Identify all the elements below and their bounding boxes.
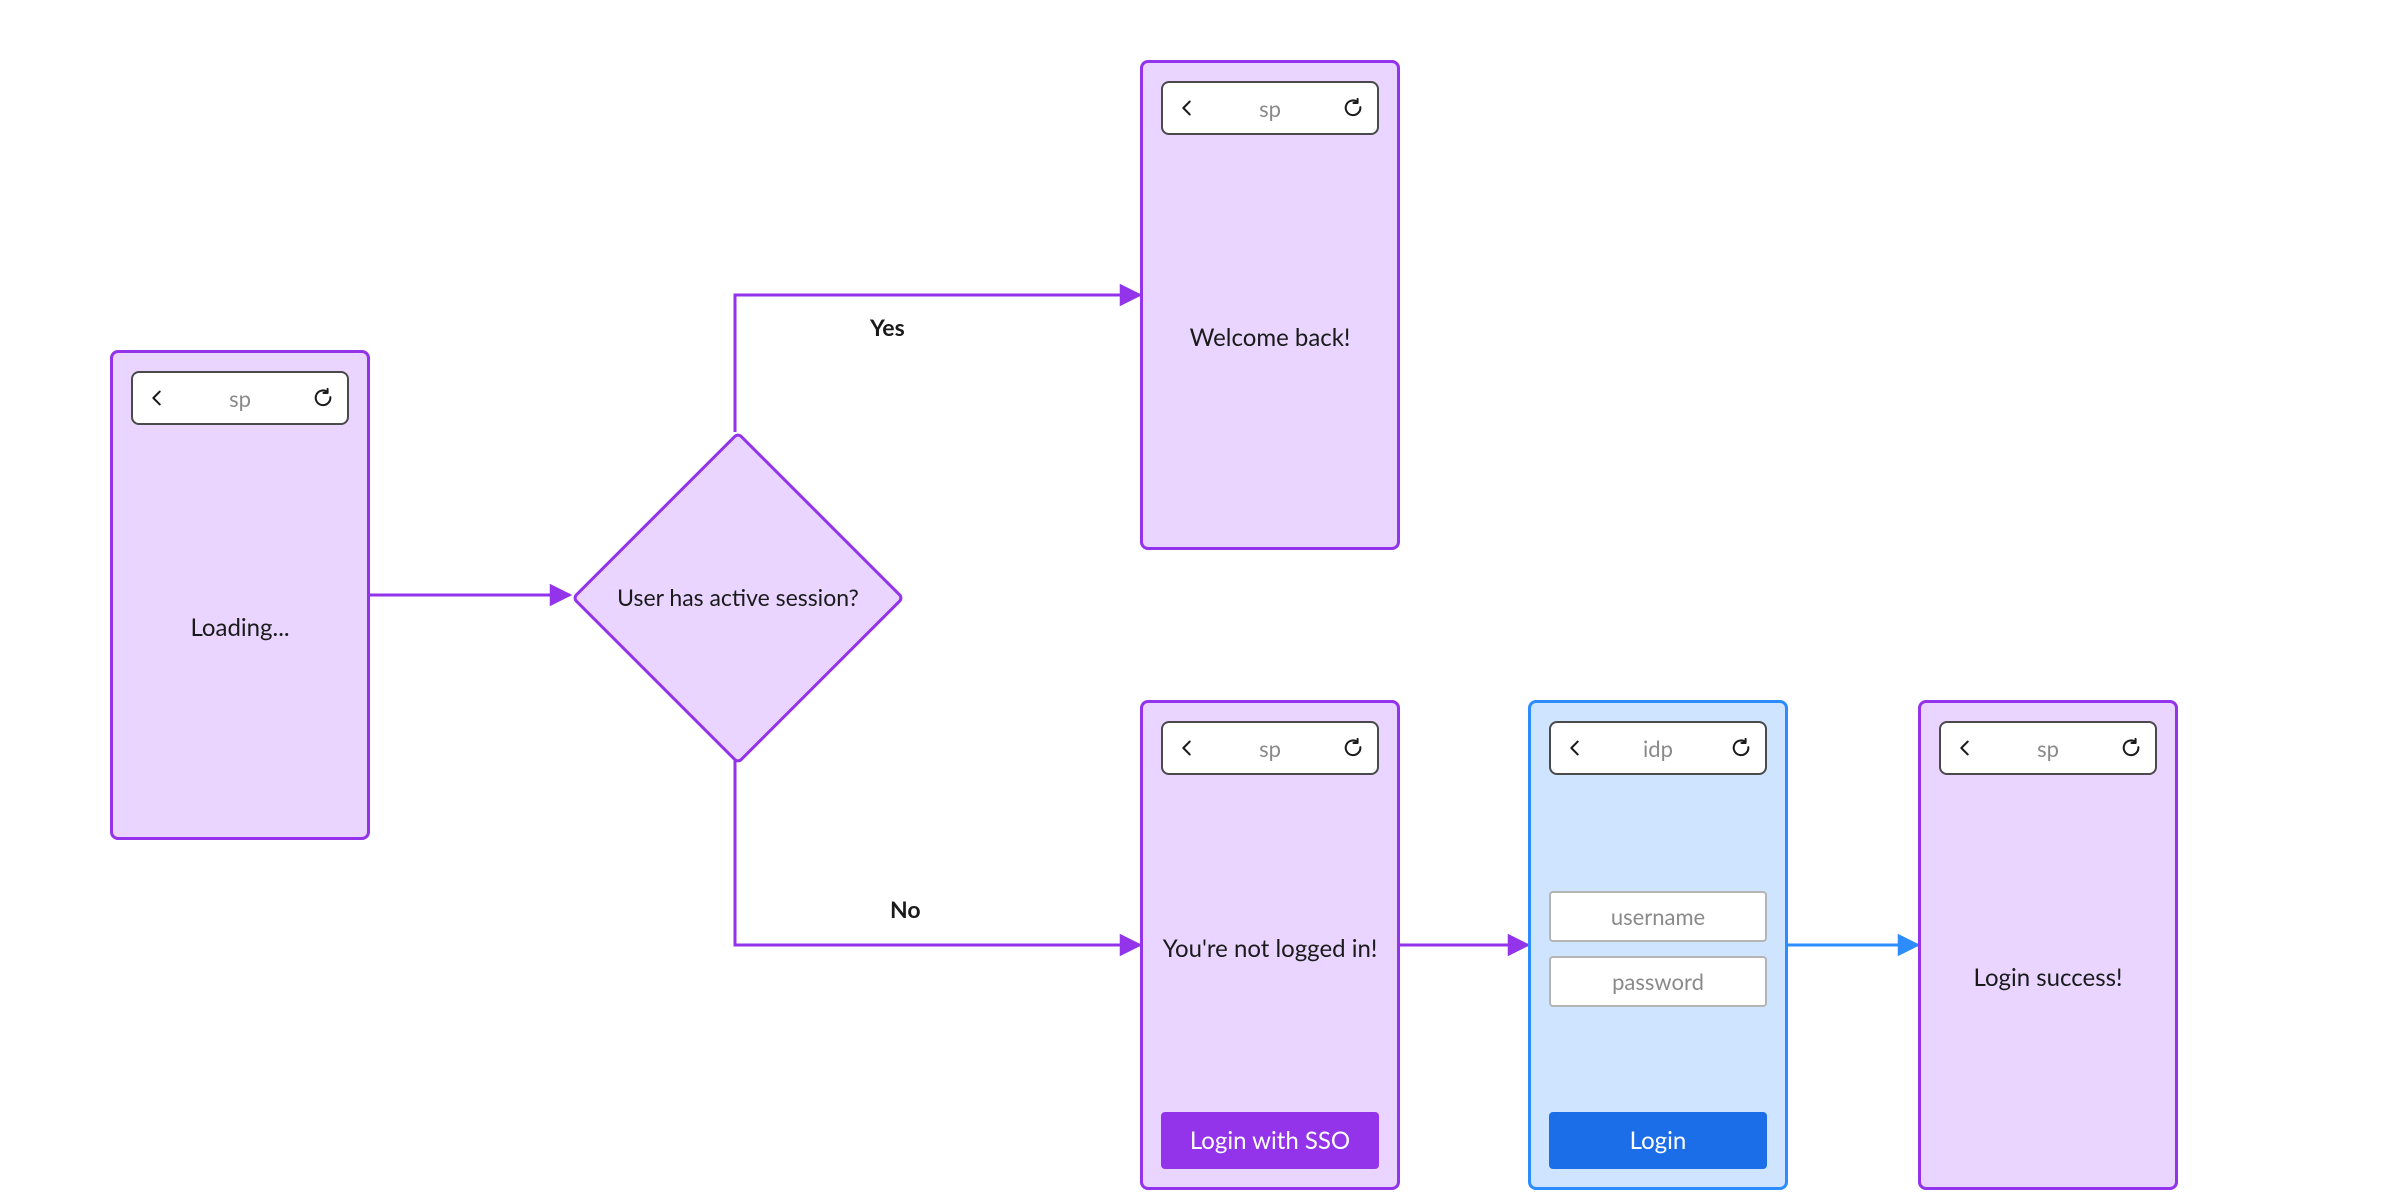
loading-message: Loading... <box>131 613 349 642</box>
reload-icon[interactable] <box>311 386 335 410</box>
address-host: idp <box>1597 735 1719 762</box>
address-bar: sp <box>131 371 349 425</box>
login-with-sso-button[interactable]: Login with SSO <box>1161 1112 1379 1169</box>
back-icon[interactable] <box>145 386 169 410</box>
username-field[interactable]: username <box>1549 891 1767 942</box>
address-host: sp <box>1209 95 1331 122</box>
back-icon[interactable] <box>1563 736 1587 760</box>
reload-icon[interactable] <box>1729 736 1753 760</box>
address-host: sp <box>179 385 301 412</box>
address-bar: sp <box>1161 81 1379 135</box>
address-bar: sp <box>1161 721 1379 775</box>
branch-yes-label: Yes <box>870 313 905 341</box>
address-bar: idp <box>1549 721 1767 775</box>
address-host: sp <box>1209 735 1331 762</box>
back-icon[interactable] <box>1953 736 1977 760</box>
address-host: sp <box>1987 735 2109 762</box>
back-icon[interactable] <box>1175 96 1199 120</box>
not-logged-message: You're not logged in! <box>1161 934 1379 963</box>
address-bar: sp <box>1939 721 2157 775</box>
screen-loading: sp Loading... <box>110 350 370 840</box>
password-field[interactable]: password <box>1549 956 1767 1007</box>
screen-login-success: sp Login success! <box>1918 700 2178 1190</box>
screen-welcome: sp Welcome back! <box>1140 60 1400 550</box>
welcome-message: Welcome back! <box>1161 323 1379 352</box>
reload-icon[interactable] <box>1341 96 1365 120</box>
reload-icon[interactable] <box>2119 736 2143 760</box>
success-message: Login success! <box>1939 963 2157 992</box>
login-button[interactable]: Login <box>1549 1112 1767 1169</box>
screen-idp-login: idp username password Login <box>1528 700 1788 1190</box>
branch-no-label: No <box>890 895 921 923</box>
decision-has-session: User has active session? <box>620 480 856 716</box>
screen-not-logged-in: sp You're not logged in! Login with SSO <box>1140 700 1400 1190</box>
reload-icon[interactable] <box>1341 736 1365 760</box>
back-icon[interactable] <box>1175 736 1199 760</box>
